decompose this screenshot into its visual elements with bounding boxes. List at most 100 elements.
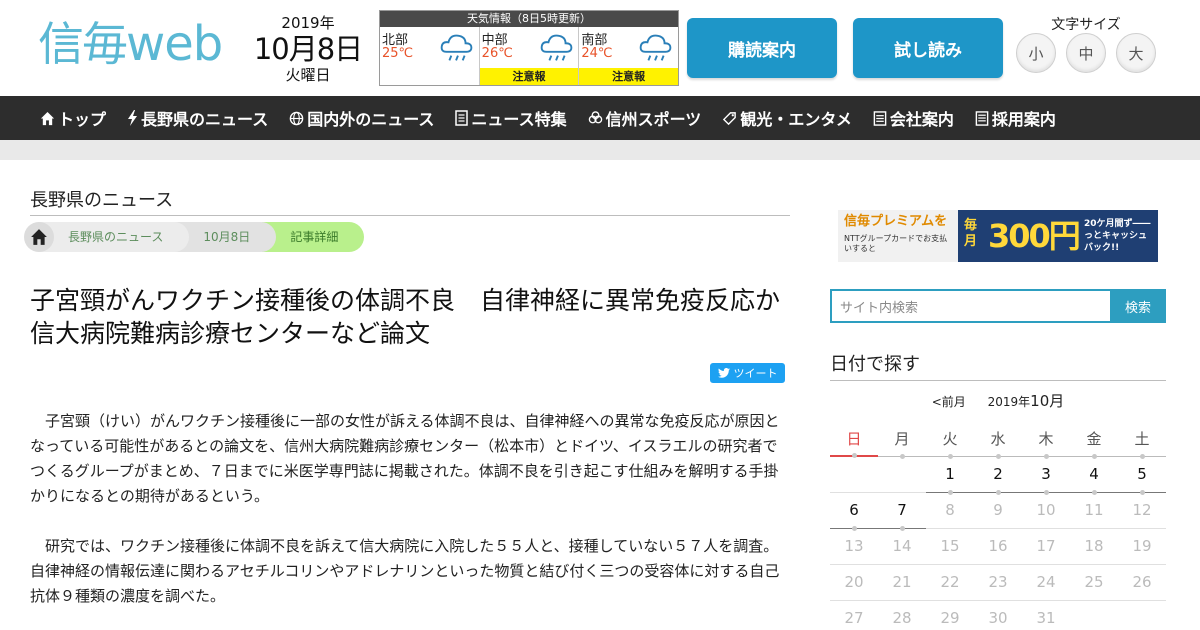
calendar-day[interactable]: 3 [1022,456,1070,495]
calendar-day: 17 [1022,528,1070,565]
font-size-medium-button[interactable]: 中 [1066,33,1106,73]
calendar-day: 22 [926,564,974,601]
calendar-day: 30 [974,600,1022,630]
nav-item-label: トップ [58,110,107,129]
calendar-table: 日月火水木金土 1 2 3 4 5 6 7 8 9 10 11 12 13 14 15 16 17 18 19 20 2… [830,422,1166,630]
weather-region-north[interactable]: 北部 25℃ [380,27,480,85]
article-paragraph: 子宮頸（けい）がんワクチン接種後に一部の女性が訴える体調不良は、自律神経への異常… [30,412,780,505]
calendar-day: 20 [830,564,878,601]
calendar-day[interactable]: 1 [926,456,974,495]
calendar-nav: <前月 2019年10月 [830,390,1166,411]
calendar-day[interactable]: 6 [830,492,878,531]
breadcrumb-date[interactable]: 10月8日 [175,222,277,252]
calendar-day: 21 [878,564,926,601]
weather-region-south[interactable]: 南部 24℃ 注意報 [579,27,679,85]
nav-item-tourism[interactable]: 観光・エンタメ [722,106,852,130]
nav-item-top[interactable]: トップ [40,106,106,130]
nav-item-nagano-news[interactable]: 長野県のニュース [127,106,268,130]
nav-item-company[interactable]: 会社案内 [873,106,954,130]
banner-brand: 信毎プレミアムを [844,214,948,229]
document-icon [455,110,469,126]
calendar-day: 24 [1022,564,1070,601]
today-date: 2019年 10月8日 火曜日 [250,14,366,84]
nav-item-label: ニュース特集 [471,110,567,129]
banner-subtext: NTTグループカードでお支払いすると [844,234,948,253]
calendar-week: 13 14 15 16 17 18 19 [830,528,1166,565]
section-title: 長野県のニュース [30,190,174,211]
logo-web: web [126,16,223,72]
ball-icon [588,110,602,123]
main-nav: トップ 長野県のニュース 国内外のニュース ニュース特集 信州スポーツ 観光・エ… [0,96,1200,140]
banner-promo: 20ケ月間ず――っとキャッシュバック!! [1084,219,1151,253]
nav-item-sports[interactable]: 信州スポーツ [588,106,701,130]
calendar-day[interactable]: 4 [1070,456,1118,495]
banner-amount: 300円 [988,217,1081,255]
calendar-day[interactable]: 2 [974,456,1022,495]
weather-alert-badge[interactable]: 注意報 [579,68,679,85]
globe-icon [289,111,304,125]
tweet-label: ツイート [733,367,778,380]
calendar-day: 26 [1118,564,1166,601]
site-search-input[interactable]: サイト内検索 [830,289,1112,323]
tag-icon [723,111,737,125]
weather-temp: 26℃ [481,46,513,61]
nav-item-label: 観光・エンタメ [740,110,852,129]
calendar-year: 2019年 [987,395,1031,409]
calendar-week: 6 7 8 9 10 11 12 [830,492,1166,531]
nav-item-label: 採用案内 [991,110,1056,129]
weather-temp: 25℃ [382,46,414,61]
weather-region-central[interactable]: 中部 26℃ 注意報 [479,27,580,85]
date-month-day: 10月8日 [253,32,363,66]
calendar-day: 11 [1070,492,1118,529]
calendar-weekday: 水 [974,422,1022,459]
section-divider [30,215,790,216]
calendar-day[interactable]: 7 [878,492,926,531]
calendar-prev-month-link[interactable]: <前月 [932,395,966,409]
calendar-day[interactable]: 5 [1118,456,1166,495]
calendar-day: 14 [878,528,926,565]
calendar-empty-cell [1070,600,1118,630]
breadcrumb-home[interactable] [24,222,54,252]
calendar-weekday: 金 [1070,422,1118,459]
calendar-day: 28 [878,600,926,630]
calendar-day: 9 [974,492,1022,529]
calendar-day: 13 [830,528,878,565]
font-size-large-button[interactable]: 大 [1116,33,1156,73]
calendar-weekday: 火 [926,422,974,459]
subscribe-button[interactable]: 購読案内 [687,18,837,78]
weather-alert-badge[interactable]: 注意報 [479,68,579,85]
premium-cashback-banner[interactable]: 信毎プレミアムを NTTグループカードでお支払いすると 毎月 300円 20ケ月… [838,210,1158,262]
calendar-week: 12345 [830,456,1166,495]
calendar-day: 8 [926,492,974,529]
calendar-day: 29 [926,600,974,630]
font-size-small-button[interactable]: 小 [1016,33,1056,73]
weather-temp: 24℃ [581,46,613,61]
nav-item-label: 長野県のニュース [141,110,269,129]
nav-item-recruit[interactable]: 採用案内 [975,106,1056,130]
lightning-icon [128,110,138,126]
tweet-button[interactable]: ツイート [710,363,785,383]
rain-cloud-icon [440,34,473,61]
nav-item-features[interactable]: ニュース特集 [455,106,567,130]
logo-kanji: 信毎 [38,17,128,71]
article-paragraph: 研究では、ワクチン接種後に体調不良を訴えて信大病院に入院した５５人と、接種してい… [30,537,780,605]
calendar-day: 31 [1022,600,1070,630]
calendar-day: 23 [974,564,1022,601]
home-icon [31,229,47,245]
trial-read-button[interactable]: 試し読み [853,18,1003,78]
article-headline: 子宮頸がんワクチン接種後の体調不良 自律神経に異常免疫反応か 信大病院難病診療セ… [30,286,806,348]
calendar-day: 15 [926,528,974,565]
calendar-day: 27 [830,600,878,630]
nav-item-world-news[interactable]: 国内外のニュース [289,106,434,130]
calendar-empty-cell [878,456,926,493]
calendar-weekday: 日 [830,422,878,458]
calendar-day: 18 [1070,528,1118,565]
search-button[interactable]: 検索 [1110,289,1166,323]
weather-widget[interactable]: 天気情報（8日5時更新） 北部 25℃ 中部 26℃ 注意報 南部 24℃ 注意… [379,10,679,86]
twitter-bird-icon [717,368,730,378]
calendar-weekday: 土 [1118,422,1166,459]
nav-item-label: 国内外のニュース [307,110,435,129]
breadcrumb-nagano-news[interactable]: 長野県のニュース [40,222,190,252]
calendar-day: 16 [974,528,1022,565]
site-logo[interactable]: 信毎 web [38,16,223,72]
